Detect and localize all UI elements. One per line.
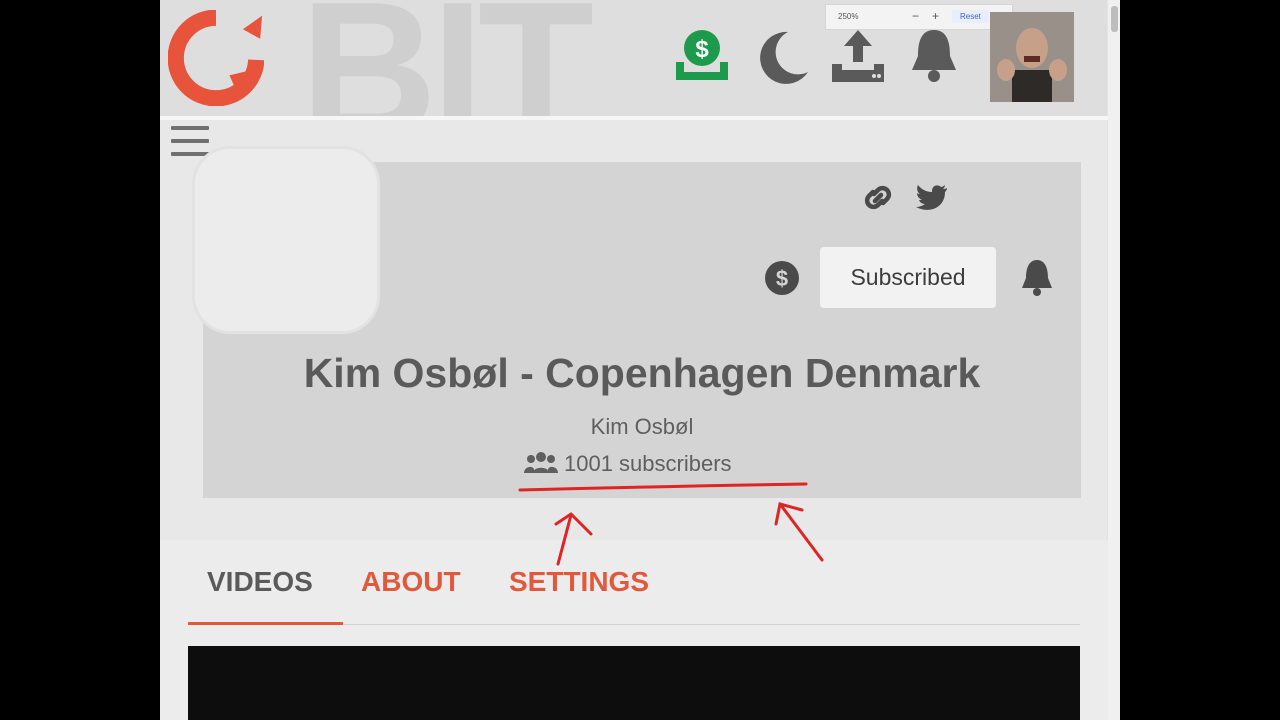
site-logo[interactable] xyxy=(168,10,264,106)
zoom-level: 250% xyxy=(838,12,859,21)
subscriber-count-label: 1001 subscribers xyxy=(564,451,732,476)
upload-icon[interactable] xyxy=(828,26,888,86)
tab-videos[interactable]: VIDEOS xyxy=(207,566,313,598)
users-icon xyxy=(524,452,558,473)
channel-thumbnail xyxy=(192,146,380,334)
svg-text:$: $ xyxy=(776,266,788,291)
header-watermark: BIT xyxy=(300,0,594,116)
channel-title: Kim Osbøl - Copenhagen Denmark xyxy=(303,350,981,396)
dark-mode-icon[interactable] xyxy=(752,26,812,86)
video-player[interactable] xyxy=(188,646,1080,720)
site-header: BIT 250% − + Reset $ xyxy=(160,0,1120,116)
svg-text:$: $ xyxy=(695,36,709,63)
avatar-image xyxy=(990,12,1074,102)
subscriber-count: 1001 subscribers xyxy=(524,451,732,479)
browser-viewport: BIT 250% − + Reset $ $ Subscribed Kim Os… xyxy=(160,0,1120,720)
twitter-icon[interactable] xyxy=(916,184,948,212)
notifications-icon[interactable] xyxy=(904,26,964,86)
hamburger-menu-icon[interactable] xyxy=(171,126,209,158)
scrollbar-thumb[interactable] xyxy=(1111,6,1118,32)
zoom-in-button[interactable]: + xyxy=(932,9,939,23)
zoom-reset-button[interactable]: Reset xyxy=(952,10,989,23)
bell-icon[interactable] xyxy=(1019,258,1055,298)
link-icon[interactable] xyxy=(860,180,896,216)
user-avatar[interactable] xyxy=(990,12,1074,102)
vertical-scrollbar[interactable] xyxy=(1107,0,1120,720)
channel-owner[interactable]: Kim Osbøl xyxy=(203,414,1081,440)
header-divider xyxy=(160,116,1108,120)
subscribe-button[interactable]: Subscribed xyxy=(820,247,996,308)
tip-dollar-icon[interactable]: $ xyxy=(763,259,801,297)
zoom-out-button[interactable]: − xyxy=(912,9,919,23)
tab-about[interactable]: ABOUT xyxy=(361,566,461,598)
tab-settings[interactable]: SETTINGS xyxy=(509,566,649,598)
earnings-icon[interactable]: $ xyxy=(672,26,732,86)
active-tab-indicator xyxy=(188,622,343,625)
